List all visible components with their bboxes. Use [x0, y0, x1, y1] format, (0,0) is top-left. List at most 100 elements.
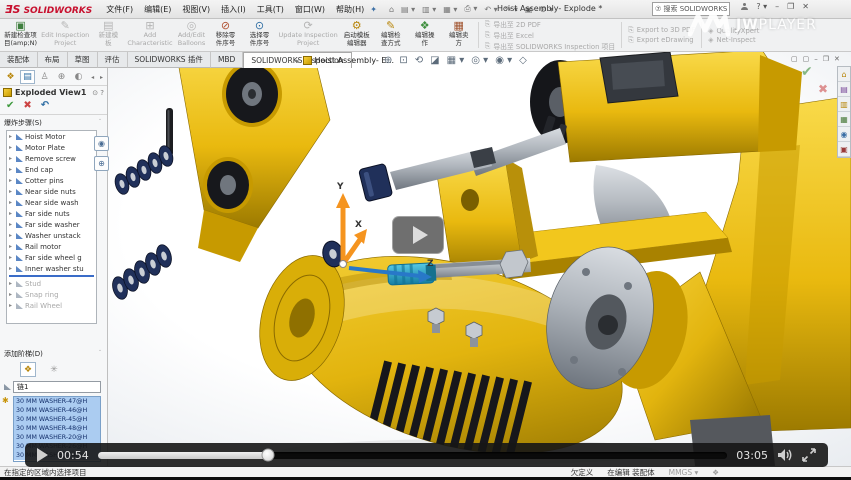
step-expand-icon[interactable]: ▸ [9, 302, 14, 309]
menu-item[interactable]: 工具(T) [257, 4, 284, 15]
explode-step-item[interactable]: ▸ Rail motor [7, 241, 96, 252]
menu-item[interactable]: 窗口(W) [295, 4, 325, 15]
collapse-icon[interactable]: ＾ [97, 349, 103, 359]
explode-step-item[interactable]: ▸ Cotter pins [7, 175, 96, 186]
pm-configuration-tab[interactable]: ♙ [37, 70, 52, 84]
units-selector[interactable]: MMGS ▾ [669, 468, 699, 477]
step-expand-icon[interactable]: ▸ [9, 177, 14, 184]
export-menu-item[interactable]: ⎘ Export to 3D PDF [628, 26, 695, 35]
commandmanager-tab[interactable]: 布局 [38, 52, 68, 68]
explode-direction-button[interactable]: ◉ [94, 136, 109, 151]
solidworks-resources-tab[interactable]: ⌂ [838, 67, 850, 82]
step-expand-icon[interactable]: ▸ [9, 144, 14, 151]
selected-component-item[interactable]: 30 MM WASHER-48@H [14, 424, 100, 433]
explode-rotate-button[interactable]: ⊕ [94, 156, 109, 171]
doc-window-control[interactable]: ❐ [823, 55, 829, 63]
floating-feature-tree[interactable]: ▸ Hoist Assembly- E... [296, 56, 394, 65]
explode-step-item[interactable]: ▸ Far side wheel g [7, 252, 96, 263]
pm-undo-button[interactable]: ↶ [41, 100, 49, 111]
selected-component-item[interactable]: 30 MM WASHER-45@H [14, 415, 100, 424]
video-play-button[interactable] [37, 448, 48, 462]
pm-dimxpert-tab[interactable]: ⊕ [54, 70, 69, 84]
explode-step-type-button[interactable]: ❖ [20, 362, 36, 377]
video-progress-thumb[interactable] [261, 449, 274, 462]
step-expand-icon[interactable]: ▸ [9, 265, 14, 272]
fullscreen-icon[interactable] [802, 448, 816, 462]
new-document-icon[interactable]: ▤ ▾ [401, 5, 415, 14]
export-menu-item[interactable]: ⎘ 导出至 SOLIDWORKS Inspection 项目 [485, 41, 615, 51]
explode-step-item[interactable]: ▸ Snap ring [7, 289, 96, 300]
assembly-tree-label[interactable]: Hoist Assembly- E... [315, 56, 395, 65]
pm-ok-button[interactable]: ✔ [6, 100, 14, 111]
confirm-cancel-icon[interactable]: ✖ [818, 82, 828, 96]
edit-vendor-button[interactable]: ▦ 编辑卖 方 [442, 19, 476, 51]
home-icon[interactable]: ⌂ [389, 5, 394, 14]
add-characteristic-button[interactable]: ⊞ Add Characteristic [125, 19, 174, 51]
explode-step-item[interactable]: ▸ Far side nuts [7, 208, 96, 219]
edit-operation-button[interactable]: ❖ 编辑操 作 [408, 19, 442, 51]
pm-help-icons[interactable]: ⊙ ? [92, 89, 104, 97]
export-menu-item[interactable]: ⎘ Export eDrawing [628, 36, 695, 45]
view-orientation-icon[interactable]: ▦ ▾ [447, 55, 465, 66]
select-balloons-button[interactable]: ⊙ 选择零 件序号 [243, 19, 277, 51]
export-menu-item[interactable]: ⎘ 导出至 2D PDF [485, 19, 615, 29]
explode-steps-section-label[interactable]: 爆炸步骤(S) ＾ [0, 115, 107, 129]
video-play-overlay-button[interactable] [392, 216, 444, 254]
update-inspection-project-button[interactable]: ⟳ Update Inspection Project [277, 19, 340, 51]
doc-window-control[interactable]: ✕ [834, 55, 840, 63]
tree-expand-icon[interactable]: ▸ [296, 57, 300, 65]
panel-tab-scroll-arrows[interactable]: ◂ ▸ [91, 74, 105, 81]
step-expand-icon[interactable]: ▸ [9, 166, 14, 173]
menu-item[interactable]: 编辑(E) [144, 4, 171, 15]
collapse-icon[interactable]: ＾ [97, 118, 103, 128]
step-expand-icon[interactable]: ▸ [9, 188, 14, 195]
status-tag-icon[interactable]: ❖ [712, 468, 719, 477]
hide-show-items-icon[interactable]: ◉ ▾ [495, 55, 512, 66]
commandmanager-tab[interactable]: MBD [211, 52, 243, 68]
file-explorer-tab[interactable]: ▥ [838, 97, 850, 112]
new-template-button[interactable]: ▤ 新建模 板 [91, 19, 125, 51]
step-expand-icon[interactable]: ▸ [9, 199, 14, 206]
export-menu-item[interactable]: ⎘ 导出至 Excel [485, 30, 615, 40]
step-expand-icon[interactable]: ▸ [9, 291, 14, 298]
user-account-icon[interactable] [741, 3, 748, 10]
doc-window-control[interactable]: ▢ [803, 55, 810, 63]
commandmanager-tab[interactable]: 草图 [68, 52, 98, 68]
menu-item[interactable]: 视图(V) [182, 4, 210, 15]
edit-appearance-icon[interactable]: ◇ [519, 55, 527, 66]
explode-step-item[interactable]: ▸ Far side washer [7, 219, 96, 230]
explode-step-item[interactable]: ▸ End cap [7, 164, 96, 175]
appearances-scenes-tab[interactable]: ◉ [838, 127, 850, 142]
menu-item[interactable]: 文件(F) [106, 4, 133, 15]
selected-component-item[interactable]: 30 MM WASHER-46@H [14, 406, 100, 415]
explode-step-item[interactable]: ▸ Stud [7, 278, 96, 289]
selected-component-item[interactable]: 30 MM WASHER-47@H [14, 397, 100, 406]
edit-inspection-project-button[interactable]: ✎ Edit Inspection Project [39, 19, 91, 51]
commandmanager-tab[interactable]: 评估 [98, 52, 128, 68]
section-view-icon[interactable]: ◪ [430, 55, 439, 66]
commandmanager-tab[interactable]: SOLIDWORKS 插件 [128, 52, 211, 68]
save-icon[interactable]: ▦ ▾ [443, 5, 457, 14]
explode-steps-tree[interactable]: ▸ Hoist Motor ▸ Motor Plate ▸ Remove scr… [6, 130, 97, 324]
undo-icon[interactable]: ↶ ▾ [484, 5, 497, 14]
confirm-ok-icon[interactable]: ✔ [801, 64, 813, 80]
radial-step-type-button[interactable]: ✳ [46, 362, 62, 377]
menu-item[interactable]: 帮助(H) [336, 4, 364, 15]
remove-balloons-button[interactable]: ⊘ 移除零 件序号 [209, 19, 243, 51]
explode-step-item[interactable]: ▸ Rail Wheel [7, 300, 96, 311]
doc-window-control[interactable]: ▢ [791, 55, 798, 63]
explode-step-item[interactable]: ▸ Remove screw [7, 153, 96, 164]
explode-step-item[interactable]: ▸ Inner washer stu [7, 263, 96, 274]
previous-view-icon[interactable]: ⟲ [415, 55, 423, 66]
step-expand-icon[interactable]: ▸ [9, 280, 14, 287]
step-expand-icon[interactable]: ▸ [9, 155, 14, 162]
view-palette-tab[interactable]: ▦ [838, 112, 850, 127]
pm-display-tab[interactable]: ◐ [71, 70, 86, 84]
pm-propertymanager-tab[interactable]: ▤ [20, 70, 35, 84]
step-expand-icon[interactable]: ▸ [9, 133, 14, 140]
add-edit-balloons-button[interactable]: ◎ Add/Edit Balloons [175, 19, 209, 51]
explode-step-item[interactable]: ▸ Hoist Motor [7, 131, 96, 142]
new-inspection-project-button[interactable]: ▣ 新建检查项 目(amp;N) [2, 19, 39, 51]
graphics-viewport[interactable]: Y X Z [0, 52, 851, 466]
menu-item[interactable]: 插入(I) [221, 4, 246, 15]
